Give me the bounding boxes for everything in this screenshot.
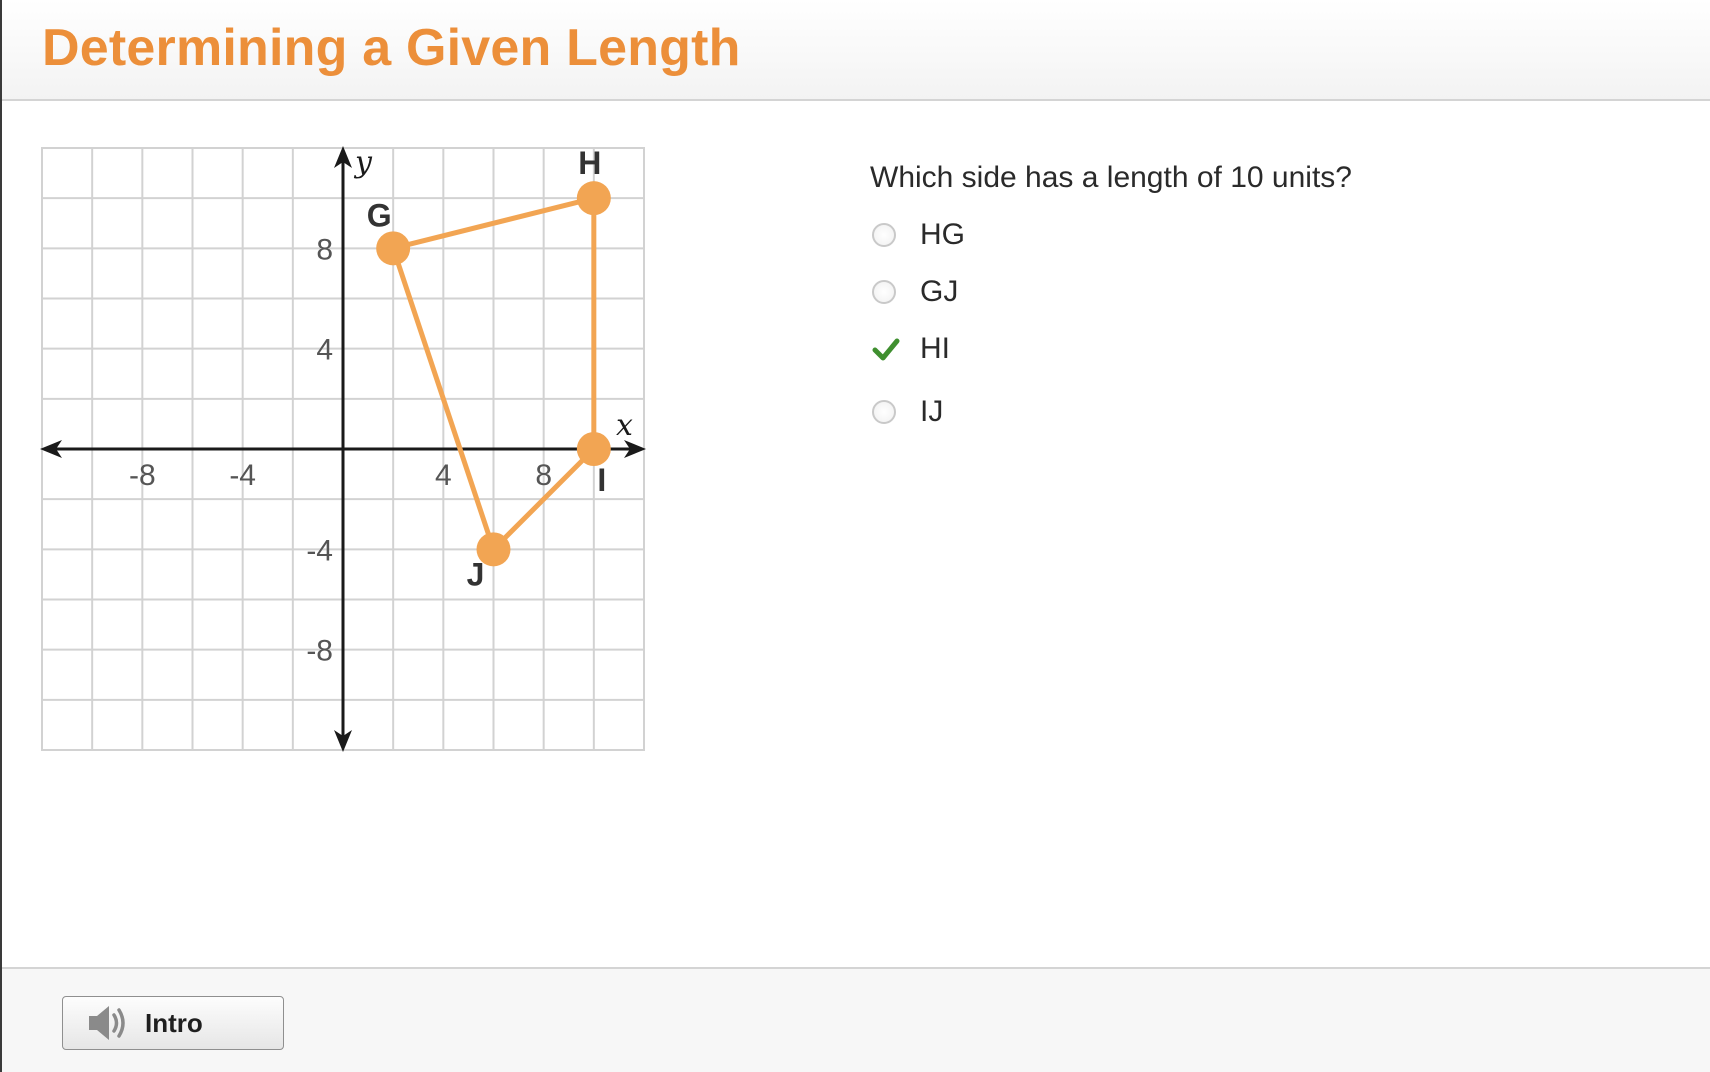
x-tick-label: -4 [229, 459, 256, 492]
option-label: HG [920, 218, 965, 251]
speaker-icon [89, 1006, 125, 1040]
intro-label: Intro [145, 1007, 203, 1038]
y-tick-label: 8 [316, 233, 333, 266]
vertex-label-j: J [467, 556, 485, 592]
option-label: IJ [920, 395, 944, 428]
option-label: HI [920, 332, 950, 365]
vertex-i [576, 432, 611, 466]
header-bar: Determining a Given Length [2, 0, 1710, 101]
checkmark-icon [872, 338, 900, 361]
question-prompt: Which side has a length of 10 units? [870, 161, 1352, 194]
y-tick-label: -4 [306, 534, 333, 567]
radio-button[interactable] [872, 223, 896, 247]
vertex-h [576, 181, 611, 216]
x-tick-label: 4 [435, 459, 452, 492]
radio-button[interactable] [872, 400, 896, 424]
axes: x y [40, 145, 646, 752]
polygon-vertices: G H I J [367, 145, 611, 592]
option-hi[interactable]: HI [872, 327, 1132, 371]
x-axis-label: x [616, 408, 633, 443]
footer-bar: Intro [2, 967, 1710, 1072]
coordinate-graph: x y -8 -4 4 8 8 4 -4 -8 G H I J [30, 140, 730, 770]
option-hg[interactable]: HG [872, 213, 1132, 257]
option-ij[interactable]: IJ [872, 390, 1132, 434]
y-axis-label: y [353, 145, 373, 180]
y-tick-label: -8 [306, 635, 333, 668]
vertex-g [376, 231, 411, 266]
y-tick-label: 4 [316, 334, 333, 367]
x-tick-label: 8 [535, 459, 552, 492]
page-title: Determining a Given Length [42, 19, 741, 77]
option-label: GJ [920, 275, 959, 308]
vertex-label-g: G [367, 197, 392, 233]
option-gj[interactable]: GJ [872, 270, 1132, 314]
intro-button[interactable]: Intro [62, 996, 284, 1050]
radio-button[interactable] [872, 280, 896, 304]
x-tick-label: -8 [129, 459, 156, 492]
window-left-border [0, 0, 2, 1072]
vertex-label-i: I [597, 462, 606, 498]
vertex-label-h: H [578, 145, 601, 181]
graph-canvas: x y -8 -4 4 8 8 4 -4 -8 G H I J [40, 145, 646, 752]
